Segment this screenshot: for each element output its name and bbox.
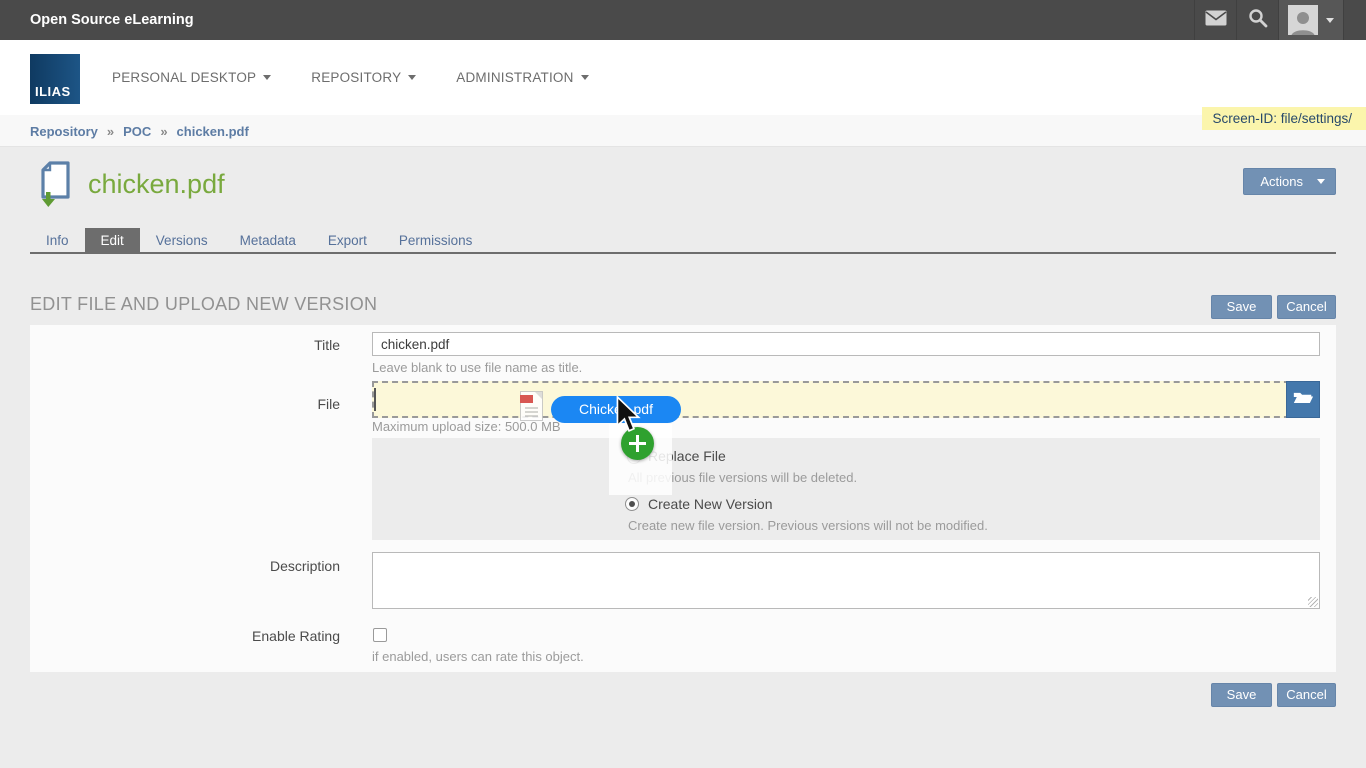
object-tabs: Info Edit Versions Metadata Export Permi… (30, 228, 1336, 254)
chevron-down-icon (1317, 179, 1325, 184)
main-navigation: PERSONAL DESKTOP REPOSITORY ADMINISTRATI… (112, 40, 589, 115)
mail-button[interactable] (1194, 0, 1236, 40)
nav-repository[interactable]: REPOSITORY (311, 70, 416, 85)
main-header: ILIAS PERSONAL DESKTOP REPOSITORY ADMINI… (0, 40, 1366, 115)
page-title: chicken.pdf (88, 169, 225, 200)
screen-id-badge: Screen-ID: file/settings/ (1202, 107, 1366, 130)
user-menu-button[interactable] (1278, 0, 1344, 40)
tab-permissions[interactable]: Permissions (383, 228, 489, 254)
pdf-file-icon (520, 391, 543, 421)
save-button-bottom[interactable]: Save (1211, 683, 1272, 707)
top-bar: Open Source eLearning (0, 0, 1366, 40)
chevron-down-icon (1326, 18, 1334, 23)
enable-rating-checkbox[interactable] (373, 628, 387, 642)
folder-open-icon (1292, 388, 1314, 411)
breadcrumb: Repository » POC » chicken.pdf (30, 115, 249, 147)
drop-insert-caret (374, 388, 376, 411)
cursor-arrow-icon (615, 396, 641, 439)
create-new-version-radio[interactable] (625, 497, 639, 511)
ilias-logo[interactable]: ILIAS (30, 54, 80, 104)
actions-button[interactable]: Actions (1243, 168, 1336, 195)
nav-label: PERSONAL DESKTOP (112, 70, 256, 85)
cancel-button-bottom[interactable]: Cancel (1277, 683, 1336, 707)
client-title: Open Source eLearning (30, 0, 194, 40)
breadcrumb-separator: » (107, 124, 114, 139)
textarea-resize-grip[interactable] (1308, 597, 1318, 607)
nav-label: REPOSITORY (311, 70, 401, 85)
pdf-red-tag (520, 395, 533, 403)
file-field-byline: Maximum upload size: 500.0 MB (372, 419, 561, 434)
rating-field-byline: if enabled, users can rate this object. (372, 649, 584, 664)
save-button-top[interactable]: Save (1211, 295, 1272, 319)
page-fold (535, 392, 542, 399)
create-new-version-label[interactable]: Create New Version (648, 496, 773, 512)
tab-export[interactable]: Export (312, 228, 383, 254)
description-field-label: Description (30, 558, 340, 574)
title-field-byline: Leave blank to use file name as title. (372, 360, 582, 375)
actions-label: Actions (1260, 174, 1303, 189)
breadcrumb-separator: » (160, 124, 167, 139)
tab-info[interactable]: Info (30, 228, 85, 254)
browse-files-button[interactable] (1286, 381, 1320, 418)
breadcrumb-current-file[interactable]: chicken.pdf (177, 124, 249, 139)
title-field-label: Title (30, 337, 340, 353)
mail-icon (1205, 10, 1227, 31)
file-download-icon (38, 160, 74, 213)
user-avatar (1288, 5, 1318, 35)
nav-administration[interactable]: ADMINISTRATION (456, 70, 588, 85)
search-button[interactable] (1236, 0, 1278, 40)
tab-versions[interactable]: Versions (140, 228, 224, 254)
nav-personal-desktop[interactable]: PERSONAL DESKTOP (112, 70, 271, 85)
tab-metadata[interactable]: Metadata (224, 228, 312, 254)
rating-field-label: Enable Rating (30, 628, 340, 644)
tab-edit[interactable]: Edit (85, 228, 140, 254)
create-new-version-byline: Create new file version. Previous versio… (628, 518, 988, 533)
file-dropzone[interactable] (372, 381, 1320, 418)
title-input[interactable] (372, 332, 1320, 356)
chevron-down-icon (263, 75, 271, 80)
chevron-down-icon (581, 75, 589, 80)
breadcrumb-repository[interactable]: Repository (30, 124, 98, 139)
breadcrumb-bar: Repository » POC » chicken.pdf (0, 115, 1366, 147)
breadcrumb-poc[interactable]: POC (123, 124, 151, 139)
ilias-file-settings-page: Open Source eLearning ILIAS (0, 0, 1366, 768)
topbar-actions (1194, 0, 1344, 40)
form-heading: EDIT FILE AND UPLOAD NEW VERSION (30, 294, 377, 315)
cancel-button-top[interactable]: Cancel (1277, 295, 1336, 319)
nav-label: ADMINISTRATION (456, 70, 573, 85)
search-icon (1248, 8, 1268, 33)
file-field-label: File (30, 396, 340, 412)
description-textarea[interactable] (372, 552, 1320, 609)
chevron-down-icon (408, 75, 416, 80)
